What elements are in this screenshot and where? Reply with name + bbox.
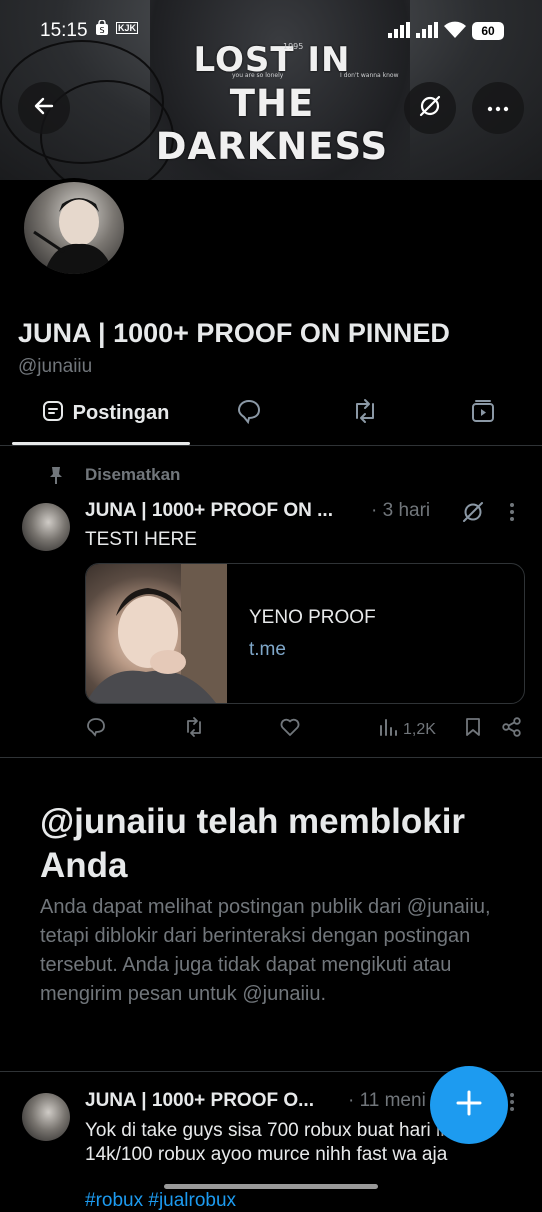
status-bar: 15:15 S KJK 60: [0, 0, 542, 62]
link-card-title: YENO PROOF: [249, 607, 376, 628]
share-button[interactable]: [501, 716, 523, 743]
status-time: 15:15: [40, 20, 88, 41]
profile-tabs: Postingan: [0, 390, 542, 446]
profile-display-name: JUNA | 1000+ PROOF ON PINNED: [18, 318, 450, 348]
tabs-divider: [0, 445, 542, 446]
tab-reposts[interactable]: [340, 390, 390, 436]
post-hashtags[interactable]: #robux #jualrobux: [85, 1190, 236, 1212]
avatar-image: [20, 178, 128, 278]
more-options-button[interactable]: [472, 82, 524, 134]
tab-posts[interactable]: Postingan: [20, 390, 190, 436]
more-dots-icon: [487, 99, 509, 117]
back-arrow-icon: [32, 94, 56, 123]
compose-post-button[interactable]: [430, 1066, 508, 1144]
pinned-label: Disematkan: [85, 465, 181, 484]
grok-button[interactable]: [404, 82, 456, 134]
post-timestamp[interactable]: · 3 hari: [371, 500, 430, 522]
repost-icon: [183, 716, 205, 743]
pin-icon: [48, 466, 64, 489]
posts-icon: [41, 399, 65, 428]
share-icon: [501, 716, 523, 743]
post-divider: [0, 757, 542, 758]
blocked-title: @junaiiu telah memblokir Anda: [40, 802, 466, 885]
blocked-description: Anda dapat melihat postingan publik dari…: [40, 896, 491, 1005]
post-actions: 1,2K: [85, 716, 525, 746]
svg-text:S: S: [99, 26, 104, 35]
plus-icon: [455, 1089, 483, 1122]
banner-small-text: you are so lonely: [232, 72, 284, 79]
grok-icon[interactable]: [461, 500, 485, 529]
signal-icon: [388, 22, 412, 41]
heart-icon: [279, 716, 301, 743]
reply-button[interactable]: [85, 716, 107, 743]
link-card[interactable]: YENO PROOF t.me: [85, 563, 525, 704]
reply-icon: [85, 716, 107, 743]
repost-icon: [351, 398, 379, 429]
media-icon: [470, 398, 496, 429]
post-author-name[interactable]: JUNA | 1000+ PROOF O...: [85, 1090, 314, 1112]
views-button[interactable]: 1,2K: [377, 716, 436, 743]
app-notification-badge: KJK: [116, 22, 139, 34]
shopee-icon: S: [95, 19, 109, 39]
home-indicator[interactable]: [164, 1184, 378, 1189]
like-button[interactable]: [279, 716, 301, 743]
tab-replies[interactable]: [224, 390, 274, 436]
link-card-image: [86, 564, 227, 703]
post-text: TESTI HERE: [85, 529, 197, 550]
views-chart-icon: [377, 716, 399, 743]
banner-title-line2: THE DARKNESS: [155, 82, 389, 168]
signal-icon-2: [416, 22, 438, 41]
tab-posts-label: Postingan: [72, 401, 170, 424]
post-timestamp[interactable]: · 11 meni: [348, 1090, 426, 1112]
avatar[interactable]: [22, 1093, 70, 1141]
profile-avatar[interactable]: [20, 178, 128, 278]
battery-indicator: 60: [472, 22, 504, 40]
link-card-domain: t.me: [249, 639, 286, 660]
avatar[interactable]: [22, 503, 70, 551]
profile-handle: @junaiiu: [18, 356, 93, 377]
bookmark-button[interactable]: [463, 716, 483, 743]
views-count: 1,2K: [403, 720, 436, 738]
banner-small-text: I don't wanna know: [340, 72, 399, 79]
bookmark-icon: [463, 716, 483, 743]
repost-button[interactable]: [183, 716, 205, 743]
tab-media[interactable]: [458, 390, 508, 436]
reply-bubble-icon: [236, 398, 262, 429]
post-more-icon[interactable]: [508, 502, 516, 527]
post-more-icon[interactable]: [508, 1092, 516, 1117]
back-button[interactable]: [18, 82, 70, 134]
wifi-icon: [444, 21, 466, 42]
post-author-name[interactable]: JUNA | 1000+ PROOF ON ...: [85, 500, 333, 522]
grok-icon: [417, 93, 443, 124]
